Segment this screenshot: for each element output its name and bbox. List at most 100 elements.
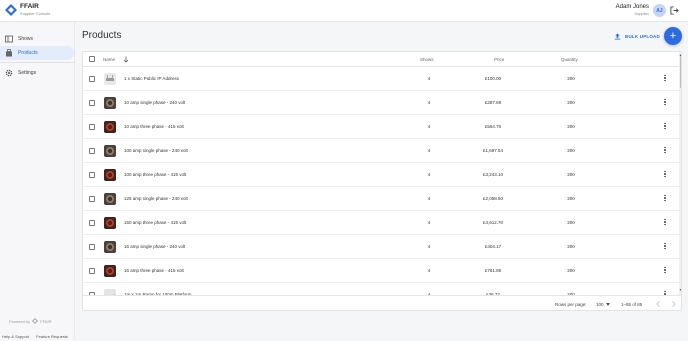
table-row[interactable]: 125 amp single phase - 240 volt 4 £2,058.5…: [83, 187, 679, 211]
more-vert-icon[interactable]: [663, 242, 667, 252]
table-row[interactable]: 16 amp single phase - 240 volt 4 £404.17 20…: [83, 235, 679, 259]
row-checkbox[interactable]: [89, 172, 95, 178]
product-quantity: 200: [567, 76, 575, 81]
product-shows: 4: [427, 244, 431, 249]
ffair-logo-icon: [5, 4, 17, 16]
footer-links: Help & Support Feature Requests: [2, 334, 68, 339]
product-price: £761.85: [484, 268, 502, 273]
more-vert-icon[interactable]: [663, 122, 667, 132]
products-table: Name Shows Price Quantity 1 x Static Pub…: [82, 51, 682, 311]
feature-requests-link[interactable]: Feature Requests: [36, 334, 68, 339]
column-header-name[interactable]: Name: [103, 57, 115, 62]
product-price: £2,058.50: [482, 196, 504, 201]
more-vert-icon[interactable]: [663, 74, 667, 84]
more-vert-icon[interactable]: [663, 98, 667, 108]
product-thumbnail: [104, 169, 116, 181]
product-price: £4,612.70: [482, 220, 504, 225]
product-shows: 4: [427, 268, 431, 273]
row-checkbox[interactable]: [89, 220, 95, 226]
product-name[interactable]: 125 amp single phase - 240 volt: [124, 196, 188, 201]
sidebar: Shows Products Settings Powered by FFAIR…: [0, 22, 75, 341]
product-name[interactable]: 100 amp three phase - 415 volt: [124, 172, 186, 177]
product-name[interactable]: 150 amp three phase - 415 volt: [124, 220, 186, 225]
sort-arrow-down-icon[interactable]: [123, 56, 129, 63]
table-row[interactable]: 100 amp three phase - 415 volt 4 £3,243.10…: [83, 163, 679, 187]
product-shows: 4: [427, 100, 431, 105]
scroll-down-icon[interactable]: [679, 288, 682, 292]
product-name[interactable]: 16 amp three phase - 415 volt: [124, 268, 184, 273]
product-quantity: 200: [567, 100, 575, 105]
scrollbar[interactable]: [679, 52, 681, 296]
table-row[interactable]: 1 x Static Public IP Address 4 £100.00 200: [83, 67, 679, 91]
product-shows: 4: [427, 220, 431, 225]
product-price: £1,697.54: [482, 148, 504, 153]
chevron-right-icon[interactable]: [671, 301, 676, 307]
add-product-button[interactable]: +: [664, 27, 682, 45]
more-vert-icon[interactable]: [663, 170, 667, 180]
product-quantity: 200: [567, 124, 575, 129]
avatar[interactable]: AJ: [653, 4, 666, 17]
scroll-up-icon[interactable]: [679, 53, 682, 57]
select-all-checkbox[interactable]: [89, 56, 95, 62]
product-name[interactable]: 100 amp single phase - 240 volt: [124, 148, 188, 153]
page-title: Products: [82, 30, 122, 41]
chevron-down-icon[interactable]: [606, 303, 610, 306]
product-name[interactable]: 10 amp single phase - 240 volt: [124, 100, 185, 105]
product-price: £100.00: [484, 76, 502, 81]
product-name[interactable]: 1 x Static Public IP Address: [124, 76, 179, 81]
rows-per-page-select[interactable]: 100: [596, 302, 604, 307]
sidebar-item-settings[interactable]: Settings: [0, 66, 74, 80]
product-quantity: 200: [567, 172, 575, 177]
product-shows: 4: [427, 148, 431, 153]
more-vert-icon[interactable]: [663, 194, 667, 204]
product-shows: 4: [427, 172, 431, 177]
sidebar-item-label: Settings: [18, 70, 37, 76]
chevron-left-icon[interactable]: [656, 301, 661, 307]
row-checkbox[interactable]: [89, 196, 95, 202]
product-name[interactable]: 10 amp three phase - 415 volt: [124, 124, 184, 129]
shows-icon: [5, 35, 13, 43]
more-vert-icon[interactable]: [663, 266, 667, 276]
product-thumbnail: [104, 121, 116, 133]
table-row[interactable]: 16 amp three phase - 415 volt 4 £761.85 200: [83, 259, 679, 283]
bulk-upload-button[interactable]: BULK UPLOAD: [614, 31, 660, 41]
powered-by-brand: FFAIR: [40, 318, 52, 324]
user-name[interactable]: Adam Jones: [616, 4, 649, 10]
column-header-quantity[interactable]: Quantity: [561, 57, 578, 62]
row-checkbox[interactable]: [89, 76, 95, 82]
row-checkbox[interactable]: [89, 100, 95, 106]
product-quantity: 200: [567, 244, 575, 249]
powered-by: Powered by FFAIR: [9, 318, 51, 324]
gear-icon: [5, 69, 13, 77]
row-checkbox[interactable]: [89, 268, 95, 274]
product-thumbnail: [104, 73, 116, 85]
scrollbar-thumb[interactable]: [680, 56, 681, 88]
table-row[interactable]: 10 amp three phase - 415 volt 4 £564.70 200: [83, 115, 679, 139]
product-name[interactable]: 16 amp single phase - 240 volt: [124, 244, 185, 249]
sidebar-item-products[interactable]: Products: [0, 46, 74, 60]
product-thumbnail: [104, 265, 116, 277]
row-checkbox[interactable]: [89, 244, 95, 250]
sidebar-item-shows[interactable]: Shows: [0, 32, 74, 46]
table-row[interactable]: 100 amp single phase - 240 volt 4 £1,697.5…: [83, 139, 679, 163]
more-vert-icon[interactable]: [663, 146, 667, 156]
column-header-price[interactable]: Price: [494, 57, 504, 62]
product-quantity: 200: [567, 268, 575, 273]
row-checkbox[interactable]: [89, 148, 95, 154]
help-support-link[interactable]: Help & Support: [2, 334, 29, 339]
product-thumbnail: [104, 241, 116, 253]
product-shows: 4: [427, 76, 431, 81]
logout-icon[interactable]: [670, 6, 679, 15]
plus-icon: +: [669, 30, 677, 42]
product-quantity: 200: [567, 196, 575, 201]
product-thumbnail: [104, 217, 116, 229]
table-pagination: Rows per page: 100 1–85 of 85: [83, 295, 681, 310]
table-row[interactable]: 10 amp single phase - 240 volt 4 £287.69 20…: [83, 91, 679, 115]
product-shows: 4: [427, 124, 431, 129]
column-header-shows[interactable]: Shows: [420, 57, 434, 62]
more-vert-icon[interactable]: [663, 218, 667, 228]
row-checkbox[interactable]: [89, 124, 95, 130]
table-row[interactable]: 150 amp three phase - 415 volt 4 £4,612.70…: [83, 211, 679, 235]
upload-icon: [614, 32, 621, 40]
products-icon: [6, 49, 12, 57]
